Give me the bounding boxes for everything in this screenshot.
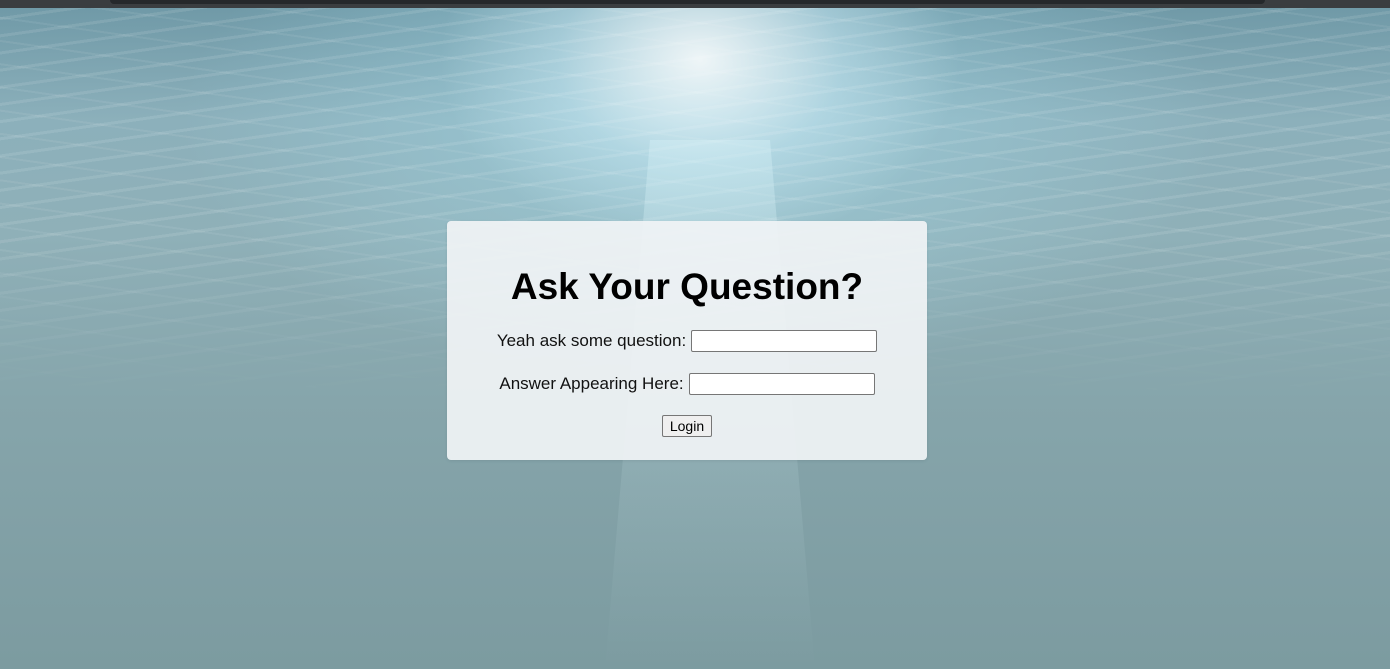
- question-label: Yeah ask some question:: [496, 331, 687, 350]
- browser-top-edge: [0, 0, 1390, 8]
- question-row: Yeah ask some question:: [447, 329, 927, 353]
- question-input[interactable]: [691, 330, 878, 352]
- answer-label: Answer Appearing Here:: [499, 374, 684, 393]
- answer-row: Answer Appearing Here:: [447, 372, 927, 396]
- question-card: Ask Your Question? Yeah ask some questio…: [447, 221, 927, 460]
- button-row: Login: [447, 415, 927, 437]
- browser-top-bar: [110, 0, 1265, 4]
- login-button[interactable]: Login: [661, 415, 713, 437]
- page-background: Ask Your Question? Yeah ask some questio…: [0, 0, 1390, 669]
- page-title: Ask Your Question?: [510, 266, 864, 307]
- answer-input[interactable]: [688, 373, 875, 395]
